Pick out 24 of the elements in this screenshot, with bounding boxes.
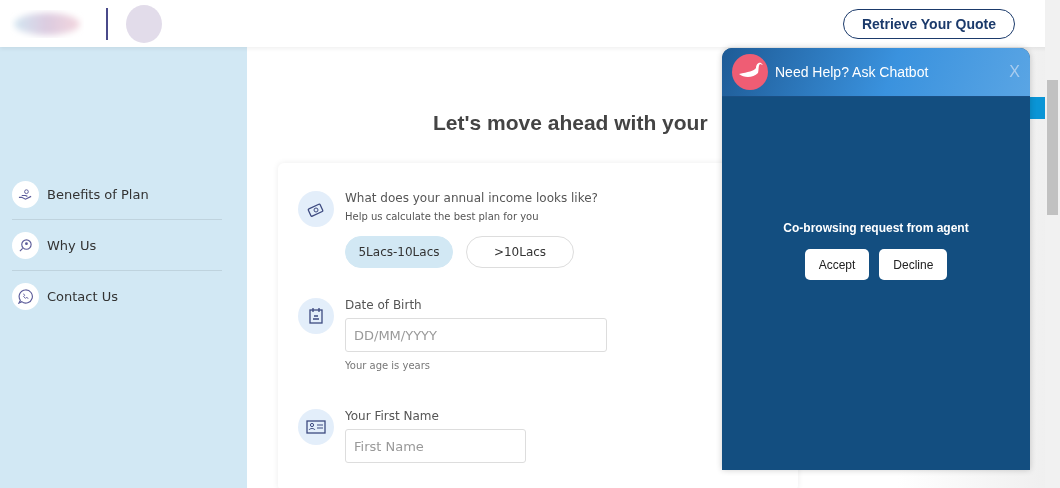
income-question: What does your annual income looks like? (345, 191, 598, 205)
sidebar-link[interactable]: Why Us (47, 237, 97, 253)
cobrowse-message: Co-browsing request from agent (783, 221, 969, 235)
field-label: Date of Birth (345, 298, 423, 312)
first-name-field[interactable]: First Name (345, 429, 526, 463)
income-option[interactable]: 5Lacs-10Lacs (345, 236, 453, 268)
page-heading: Let's move ahead with your (433, 111, 708, 135)
money-icon (307, 200, 325, 218)
retrieve-quote-button[interactable]: Retrieve Your Quote (842, 8, 1015, 39)
id-card-icon (306, 419, 326, 435)
income-hint: Help us calculate the best plan for you (345, 211, 540, 222)
chat-action-button[interactable]: Decline (879, 249, 948, 280)
sidebar-link[interactable]: Benefits of Plan (47, 186, 149, 202)
calendar-icon (307, 307, 325, 325)
age-note: Your age is years (345, 360, 432, 371)
field-label: Your First Name (345, 409, 440, 423)
hand-coin-icon (18, 186, 33, 202)
chat-action-button[interactable]: Accept (804, 249, 870, 280)
date-of-birth-field[interactable]: DD/MM/YYYY (345, 318, 607, 352)
phone-chat-icon (18, 289, 33, 304)
income-option[interactable]: >10Lacs (466, 236, 574, 268)
sidebar-link[interactable]: Contact Us (47, 289, 118, 304)
person-search-icon (18, 237, 33, 253)
chatbot-title: Need Help? Ask Chatbot (775, 64, 929, 80)
